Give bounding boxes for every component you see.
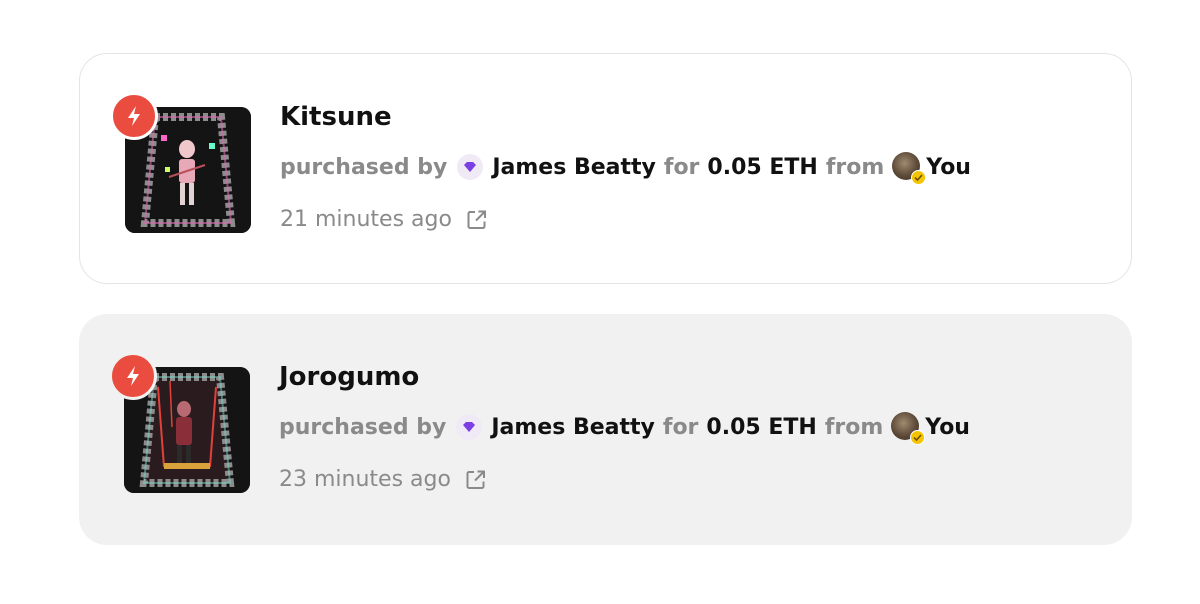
activity-card[interactable]: Kitsune purchased by James Beatty for 0.… (79, 53, 1132, 284)
buyer-avatar[interactable] (457, 154, 484, 180)
buyer-name[interactable]: James Beatty (492, 155, 656, 180)
verified-check-icon (911, 170, 927, 185)
meta-line: 23 minutes ago (279, 467, 487, 492)
seller-avatar[interactable] (891, 412, 926, 445)
price: 0.05 ETH (707, 154, 818, 180)
activity-card[interactable]: Jorogumo purchased by James Beatty for 0… (79, 314, 1132, 545)
external-link-icon[interactable] (466, 209, 488, 231)
verified-check-icon (910, 430, 926, 445)
for-label: for (663, 154, 700, 180)
buyer-avatar[interactable] (456, 414, 483, 440)
from-label: from (825, 154, 885, 180)
gem-icon (463, 422, 476, 432)
lightning-icon (109, 352, 157, 400)
activity-feed: Kitsune purchased by James Beatty for 0.… (0, 0, 1200, 604)
nft-title[interactable]: Kitsune (280, 102, 392, 132)
lightning-icon (110, 92, 158, 140)
action-label: purchased by (280, 154, 448, 180)
price: 0.05 ETH (706, 414, 817, 440)
buyer-name[interactable]: James Beatty (491, 415, 655, 440)
purchase-line: purchased by James Beatty for 0.05 ETH f… (279, 412, 970, 445)
external-link-icon[interactable] (465, 469, 487, 491)
meta-line: 21 minutes ago (280, 207, 488, 232)
nft-title[interactable]: Jorogumo (279, 362, 419, 392)
seller-avatar[interactable] (892, 152, 927, 185)
timestamp: 21 minutes ago (280, 207, 452, 232)
seller-name[interactable]: You (925, 415, 970, 440)
seller-name[interactable]: You (926, 155, 971, 180)
from-label: from (824, 414, 884, 440)
timestamp: 23 minutes ago (279, 467, 451, 492)
gem-icon (464, 162, 477, 172)
purchase-line: purchased by James Beatty for 0.05 ETH f… (280, 152, 971, 185)
action-label: purchased by (279, 414, 447, 440)
for-label: for (662, 414, 699, 440)
